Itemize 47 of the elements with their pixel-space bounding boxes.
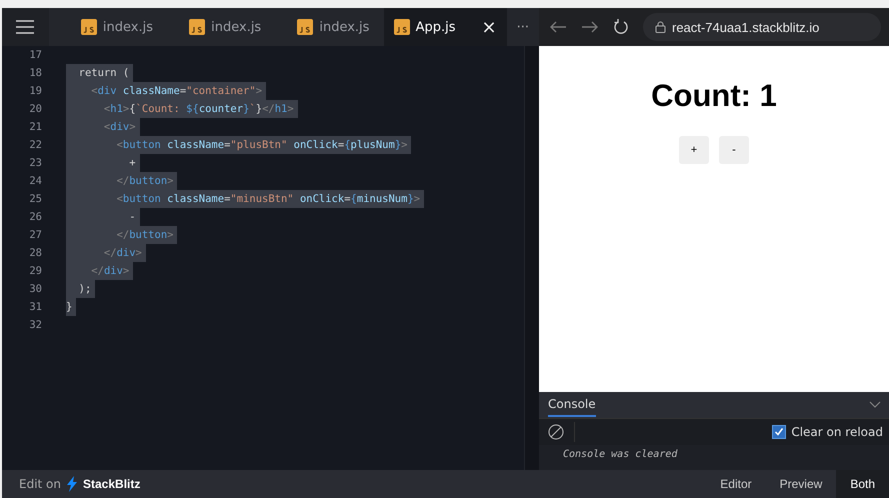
counter-button[interactable]: -	[719, 136, 749, 164]
line-number: 23	[28, 157, 43, 169]
forward-arrow-icon[interactable]	[581, 20, 599, 34]
file-tab[interactable]: App.js ×	[384, 8, 507, 46]
view-toggle[interactable]: Preview	[766, 470, 836, 498]
line-number: 18	[28, 67, 43, 79]
view-toggle[interactable]: Both	[836, 470, 889, 498]
back-arrow-icon[interactable]	[549, 20, 567, 34]
clear-console-icon[interactable]	[548, 424, 564, 440]
line-number: 29	[28, 265, 43, 277]
line-number: 30	[28, 283, 43, 295]
more-tabs-button[interactable]: ···	[506, 20, 539, 34]
line-number: 22	[28, 139, 43, 151]
line-number: 24	[28, 175, 43, 187]
checkbox[interactable]	[772, 425, 786, 439]
edit-on-label: Edit on	[19, 477, 61, 491]
javascript-file-icon	[394, 19, 410, 35]
line-number: 17	[28, 49, 43, 61]
line-number: 19	[28, 85, 43, 97]
file-tab[interactable]: index.js	[265, 8, 374, 46]
lock-icon	[655, 21, 666, 33]
file-tab[interactable]: index.js	[48, 8, 158, 46]
line-number: 21	[28, 121, 43, 133]
line-number: 32	[28, 319, 43, 331]
line-number: 28	[28, 247, 43, 259]
reload-icon[interactable]	[613, 19, 629, 35]
count-heading: Count: 1	[651, 78, 777, 114]
line-number: 26	[28, 211, 43, 223]
line-number: 20	[28, 103, 43, 115]
console-message: Console was cleared	[562, 448, 678, 460]
javascript-file-icon	[80, 19, 97, 35]
close-tab-button[interactable]: ×	[481, 16, 497, 38]
address-bar[interactable]: react-74uaa1.stackblitz.io	[643, 13, 881, 41]
line-number: 31	[28, 301, 43, 313]
counter-button[interactable]: +	[679, 136, 709, 164]
brand-name[interactable]: StackBlitz	[83, 477, 140, 491]
file-tab[interactable]: index.js	[157, 8, 266, 46]
chevron-down-icon[interactable]	[869, 401, 881, 409]
lightning-bolt-icon	[66, 476, 78, 492]
javascript-file-icon	[297, 19, 314, 35]
clear-on-reload-label: Clear on reload	[791, 425, 883, 439]
view-toggle[interactable]: Editor	[706, 470, 766, 498]
line-number: 27	[28, 229, 43, 241]
scrollbar-track[interactable]	[524, 46, 539, 470]
javascript-file-icon	[189, 19, 206, 35]
menu-icon[interactable]	[2, 8, 49, 46]
line-number: 25	[28, 193, 43, 205]
